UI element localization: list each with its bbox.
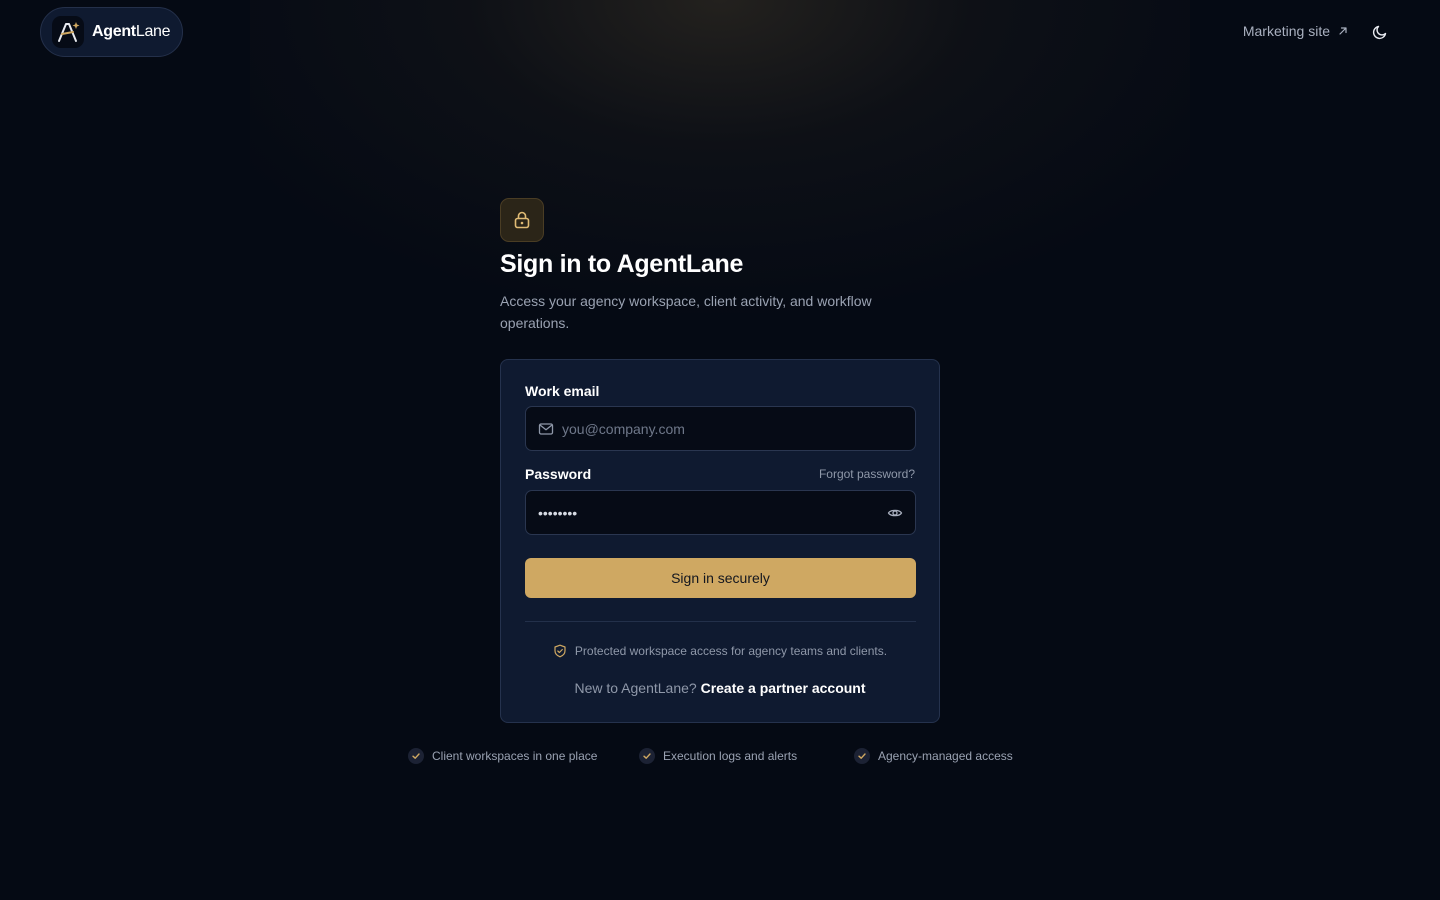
password-input[interactable] xyxy=(538,491,878,534)
check-icon xyxy=(854,748,870,764)
brand-name-light: Lane xyxy=(135,23,171,40)
check-icon xyxy=(639,748,655,764)
signin-card: Work email Password Forgot password? Sig… xyxy=(500,359,940,723)
eye-icon xyxy=(887,509,903,517)
feature-label: Agency-managed access xyxy=(878,749,1013,763)
feature-label: Execution logs and alerts xyxy=(663,749,798,763)
page-title: Sign in to AgentLane xyxy=(500,250,744,278)
brand-name-bold: Agent xyxy=(92,23,136,40)
brand-name: AgentLane xyxy=(92,23,171,41)
email-field[interactable] xyxy=(525,406,916,451)
sign-in-button[interactable]: Sign in securely xyxy=(525,558,916,598)
password-field[interactable] xyxy=(525,490,916,535)
feature-item: Client workspaces in one place xyxy=(408,748,597,764)
signup-prompt: New to AgentLane? Create a partner accou… xyxy=(501,680,939,696)
password-label: Password xyxy=(525,466,592,482)
divider xyxy=(525,621,916,622)
signup-prompt-text: New to AgentLane? xyxy=(574,680,697,696)
lock-icon xyxy=(514,211,530,229)
shield-check-icon xyxy=(554,644,566,658)
lock-badge xyxy=(500,198,544,242)
feature-label: Client workspaces in one place xyxy=(432,749,598,763)
brand-logo-link[interactable]: AgentLane xyxy=(40,7,183,57)
email-input[interactable] xyxy=(562,407,902,450)
theme-toggle-button[interactable] xyxy=(1368,20,1392,44)
feature-item: Execution logs and alerts xyxy=(639,748,797,764)
forgot-password-link[interactable]: Forgot password? xyxy=(819,467,915,481)
create-account-link[interactable]: Create a partner account xyxy=(701,680,866,696)
marketing-site-link[interactable]: Marketing site xyxy=(1243,23,1348,39)
page-subtitle: Access your agency workspace, client act… xyxy=(500,293,872,331)
arrow-up-right-icon xyxy=(1339,27,1347,35)
toggle-password-visibility-button[interactable] xyxy=(885,503,905,523)
sparkle-a-icon xyxy=(52,16,84,48)
feature-item: Agency-managed access xyxy=(854,748,1013,764)
email-label: Work email xyxy=(525,383,600,399)
check-icon xyxy=(408,748,424,764)
protected-note: Protected workspace access for agency te… xyxy=(501,644,939,658)
mail-icon xyxy=(538,423,554,435)
moon-icon xyxy=(1372,25,1387,40)
marketing-site-label: Marketing site xyxy=(1242,23,1330,39)
protected-note-text: Protected workspace access for agency te… xyxy=(574,644,888,658)
